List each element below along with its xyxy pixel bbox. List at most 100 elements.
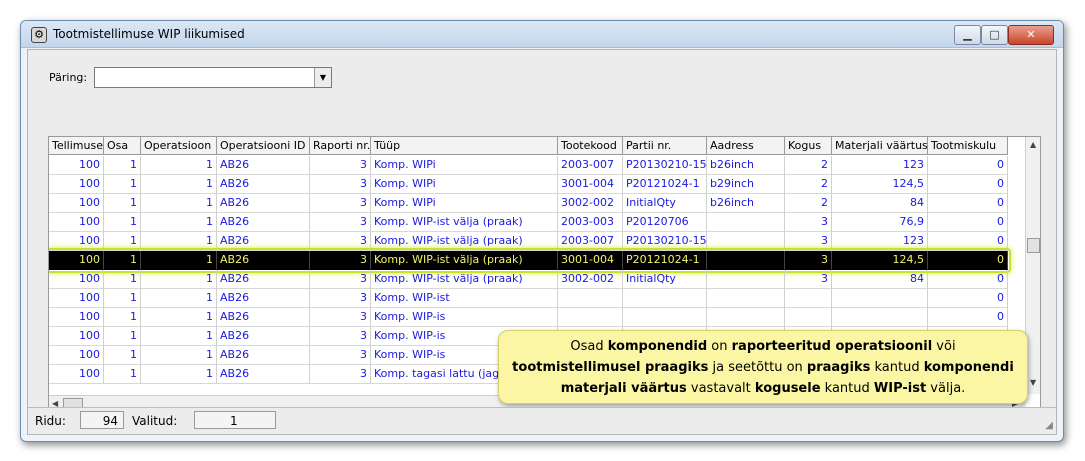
header-col-order[interactable]: Tellimuse xyxy=(49,137,104,155)
header-col-report-no[interactable]: Raporti nr. xyxy=(310,137,371,155)
cell-col-operation-id: AB26 xyxy=(217,308,310,327)
cell-col-operation: 1 xyxy=(141,232,217,251)
header-col-material-value[interactable]: Materjali väärtus xyxy=(832,137,928,155)
callout-emphasis: komponendid xyxy=(607,339,708,354)
cell-col-operation-id: AB26 xyxy=(217,175,310,194)
cell-col-order: 100 xyxy=(49,175,104,194)
cell-col-quantity xyxy=(785,308,832,327)
table-row[interactable]: 100 1 1 AB26 3 Komp. WIPi 3001-004 P20121024-1 b… xyxy=(49,175,1008,194)
client-area: Päring: ▼ Tellimuse Osa Operatsioon Operats… xyxy=(27,49,1057,435)
window-title: Tootmistellimuse WIP liikumised xyxy=(53,27,245,41)
cell-col-operation-id: AB26 xyxy=(217,365,310,384)
cell-col-production-cost: 0 xyxy=(928,270,1008,289)
status-bar: Ridu: 94 Valitud: 1 ◢ xyxy=(28,407,1056,434)
cell-col-product-code: 3001-004 xyxy=(558,175,623,194)
cell-col-part: 1 xyxy=(104,308,141,327)
cell-col-part: 1 xyxy=(104,289,141,308)
cell-col-quantity: 3 xyxy=(785,232,832,251)
cell-col-operation-id: AB26 xyxy=(217,270,310,289)
callout-text: kantud xyxy=(870,360,924,375)
cell-col-operation: 1 xyxy=(141,346,217,365)
maximize-button[interactable]: □ xyxy=(981,25,1008,45)
cell-col-production-cost: 0 xyxy=(928,308,1008,327)
header-col-production-cost[interactable]: Tootmiskulu xyxy=(928,137,1008,155)
header-col-operation[interactable]: Operatsioon xyxy=(141,137,217,155)
table-row[interactable]: 100 1 1 AB26 3 Komp. WIP-ist 0 xyxy=(49,289,1008,308)
table-row[interactable]: 10011AB263Komp. WIP-is0 xyxy=(49,308,1008,327)
cell-col-order: 100 xyxy=(49,365,104,384)
cell-col-batch-no xyxy=(623,289,707,308)
cell-col-report-no: 3 xyxy=(310,308,371,327)
cell-col-product-code: 2003-003 xyxy=(558,213,623,232)
cell-col-order: 100 xyxy=(49,270,104,289)
resize-grip-icon[interactable]: ◢ xyxy=(1045,420,1053,431)
cell-col-production-cost: 0 xyxy=(928,175,1008,194)
cell-col-material-value: 123 xyxy=(832,156,928,175)
cell-col-batch-no xyxy=(623,308,707,327)
header-col-address[interactable]: Aadress xyxy=(707,137,785,155)
table-row[interactable]: 100 1 1 AB26 3 Komp. WIPi 2003-007 P20130210-15… xyxy=(49,156,1008,175)
callout-emphasis: WIP-ist xyxy=(873,381,927,396)
cell-col-address xyxy=(707,289,785,308)
callout-text: on xyxy=(707,339,732,354)
cell-col-part: 1 xyxy=(104,194,141,213)
header-col-operation-id[interactable]: Operatsiooni ID xyxy=(217,137,310,155)
cell-col-operation-id: AB26 xyxy=(217,213,310,232)
cell-col-part: 1 xyxy=(104,213,141,232)
cell-col-operation: 1 xyxy=(141,270,217,289)
cell-col-address: b29inch xyxy=(707,175,785,194)
cell-col-batch-no: P20130210-15 xyxy=(623,156,707,175)
minimize-button[interactable]: ▁ xyxy=(954,25,981,45)
table-row[interactable]: 100 1 1 AB26 3 Komp. WIP-ist välja (praak) 200… xyxy=(49,232,1008,251)
cell-col-production-cost: 0 xyxy=(928,232,1008,251)
rows-count-value: 94 xyxy=(80,411,124,429)
cell-col-operation-id: AB26 xyxy=(217,289,310,308)
cell-col-operation-id: AB26 xyxy=(217,251,310,270)
cell-col-type: Komp. WIP-ist välja (praak) xyxy=(371,232,558,251)
cell-col-material-value: 76,9 xyxy=(832,213,928,232)
header-col-batch-no[interactable]: Partii nr. xyxy=(623,137,707,155)
header-col-product-code[interactable]: Tootekood xyxy=(558,137,623,155)
cell-col-operation: 1 xyxy=(141,289,217,308)
query-dropdown[interactable]: ▼ xyxy=(94,67,332,88)
cell-col-report-no: 3 xyxy=(310,175,371,194)
header-col-part[interactable]: Osa xyxy=(104,137,141,155)
scroll-down-icon[interactable]: ▼ xyxy=(1030,378,1036,387)
header-col-type[interactable]: Tüüp xyxy=(371,137,558,155)
cell-col-order: 100 xyxy=(49,156,104,175)
cell-col-report-no: 3 xyxy=(310,194,371,213)
cell-col-quantity: 3 xyxy=(785,270,832,289)
chevron-down-icon[interactable]: ▼ xyxy=(314,68,331,87)
callout-text: vastavalt xyxy=(686,381,755,396)
cell-col-order: 100 xyxy=(49,346,104,365)
cell-col-production-cost: 0 xyxy=(928,251,1008,270)
cell-col-report-no: 3 xyxy=(310,346,371,365)
cell-col-product-code: 2003-007 xyxy=(558,232,623,251)
cell-col-type: Komp. WIP-ist xyxy=(371,289,558,308)
vertical-scroll-thumb[interactable] xyxy=(1027,238,1040,253)
cell-col-address xyxy=(707,213,785,232)
cell-col-batch-no: InitialQty xyxy=(623,270,707,289)
cell-col-material-value: 84 xyxy=(832,194,928,213)
cell-col-address xyxy=(707,232,785,251)
scroll-up-icon[interactable]: ▲ xyxy=(1030,140,1036,149)
table-row-selected[interactable]: 100 1 1 AB26 3 Komp. WIP-ist välja (praak) 300… xyxy=(49,248,1011,273)
cell-col-operation-id: AB26 xyxy=(217,346,310,365)
cell-col-operation: 1 xyxy=(141,175,217,194)
cell-col-product-code: 3002-002 xyxy=(558,270,623,289)
close-button[interactable]: ✕ xyxy=(1008,25,1054,45)
table-row[interactable]: 100 1 1 AB26 3 Komp. WIPi 3002-002 InitialQty b2… xyxy=(49,194,1008,213)
table-row[interactable]: 100 1 1 AB26 3 Komp. WIP-ist välja (praak) 200… xyxy=(49,213,1008,232)
table-row[interactable]: 100 1 1 AB26 3 Komp. WIP-ist välja (praak) 300… xyxy=(49,270,1008,289)
cell-col-order: 100 xyxy=(49,194,104,213)
cell-col-order: 100 xyxy=(49,232,104,251)
selected-count-label: Valitud: xyxy=(132,414,178,428)
header-col-quantity[interactable]: Kogus xyxy=(785,137,832,155)
cell-col-report-no: 3 xyxy=(310,365,371,384)
cell-col-report-no: 3 xyxy=(310,289,371,308)
rows-count-label: Ridu: xyxy=(35,414,66,428)
cell-col-report-no: 3 xyxy=(310,213,371,232)
cell-col-report-no: 3 xyxy=(310,156,371,175)
cell-col-order: 100 xyxy=(49,289,104,308)
callout-emphasis: komponendi xyxy=(923,360,1014,375)
